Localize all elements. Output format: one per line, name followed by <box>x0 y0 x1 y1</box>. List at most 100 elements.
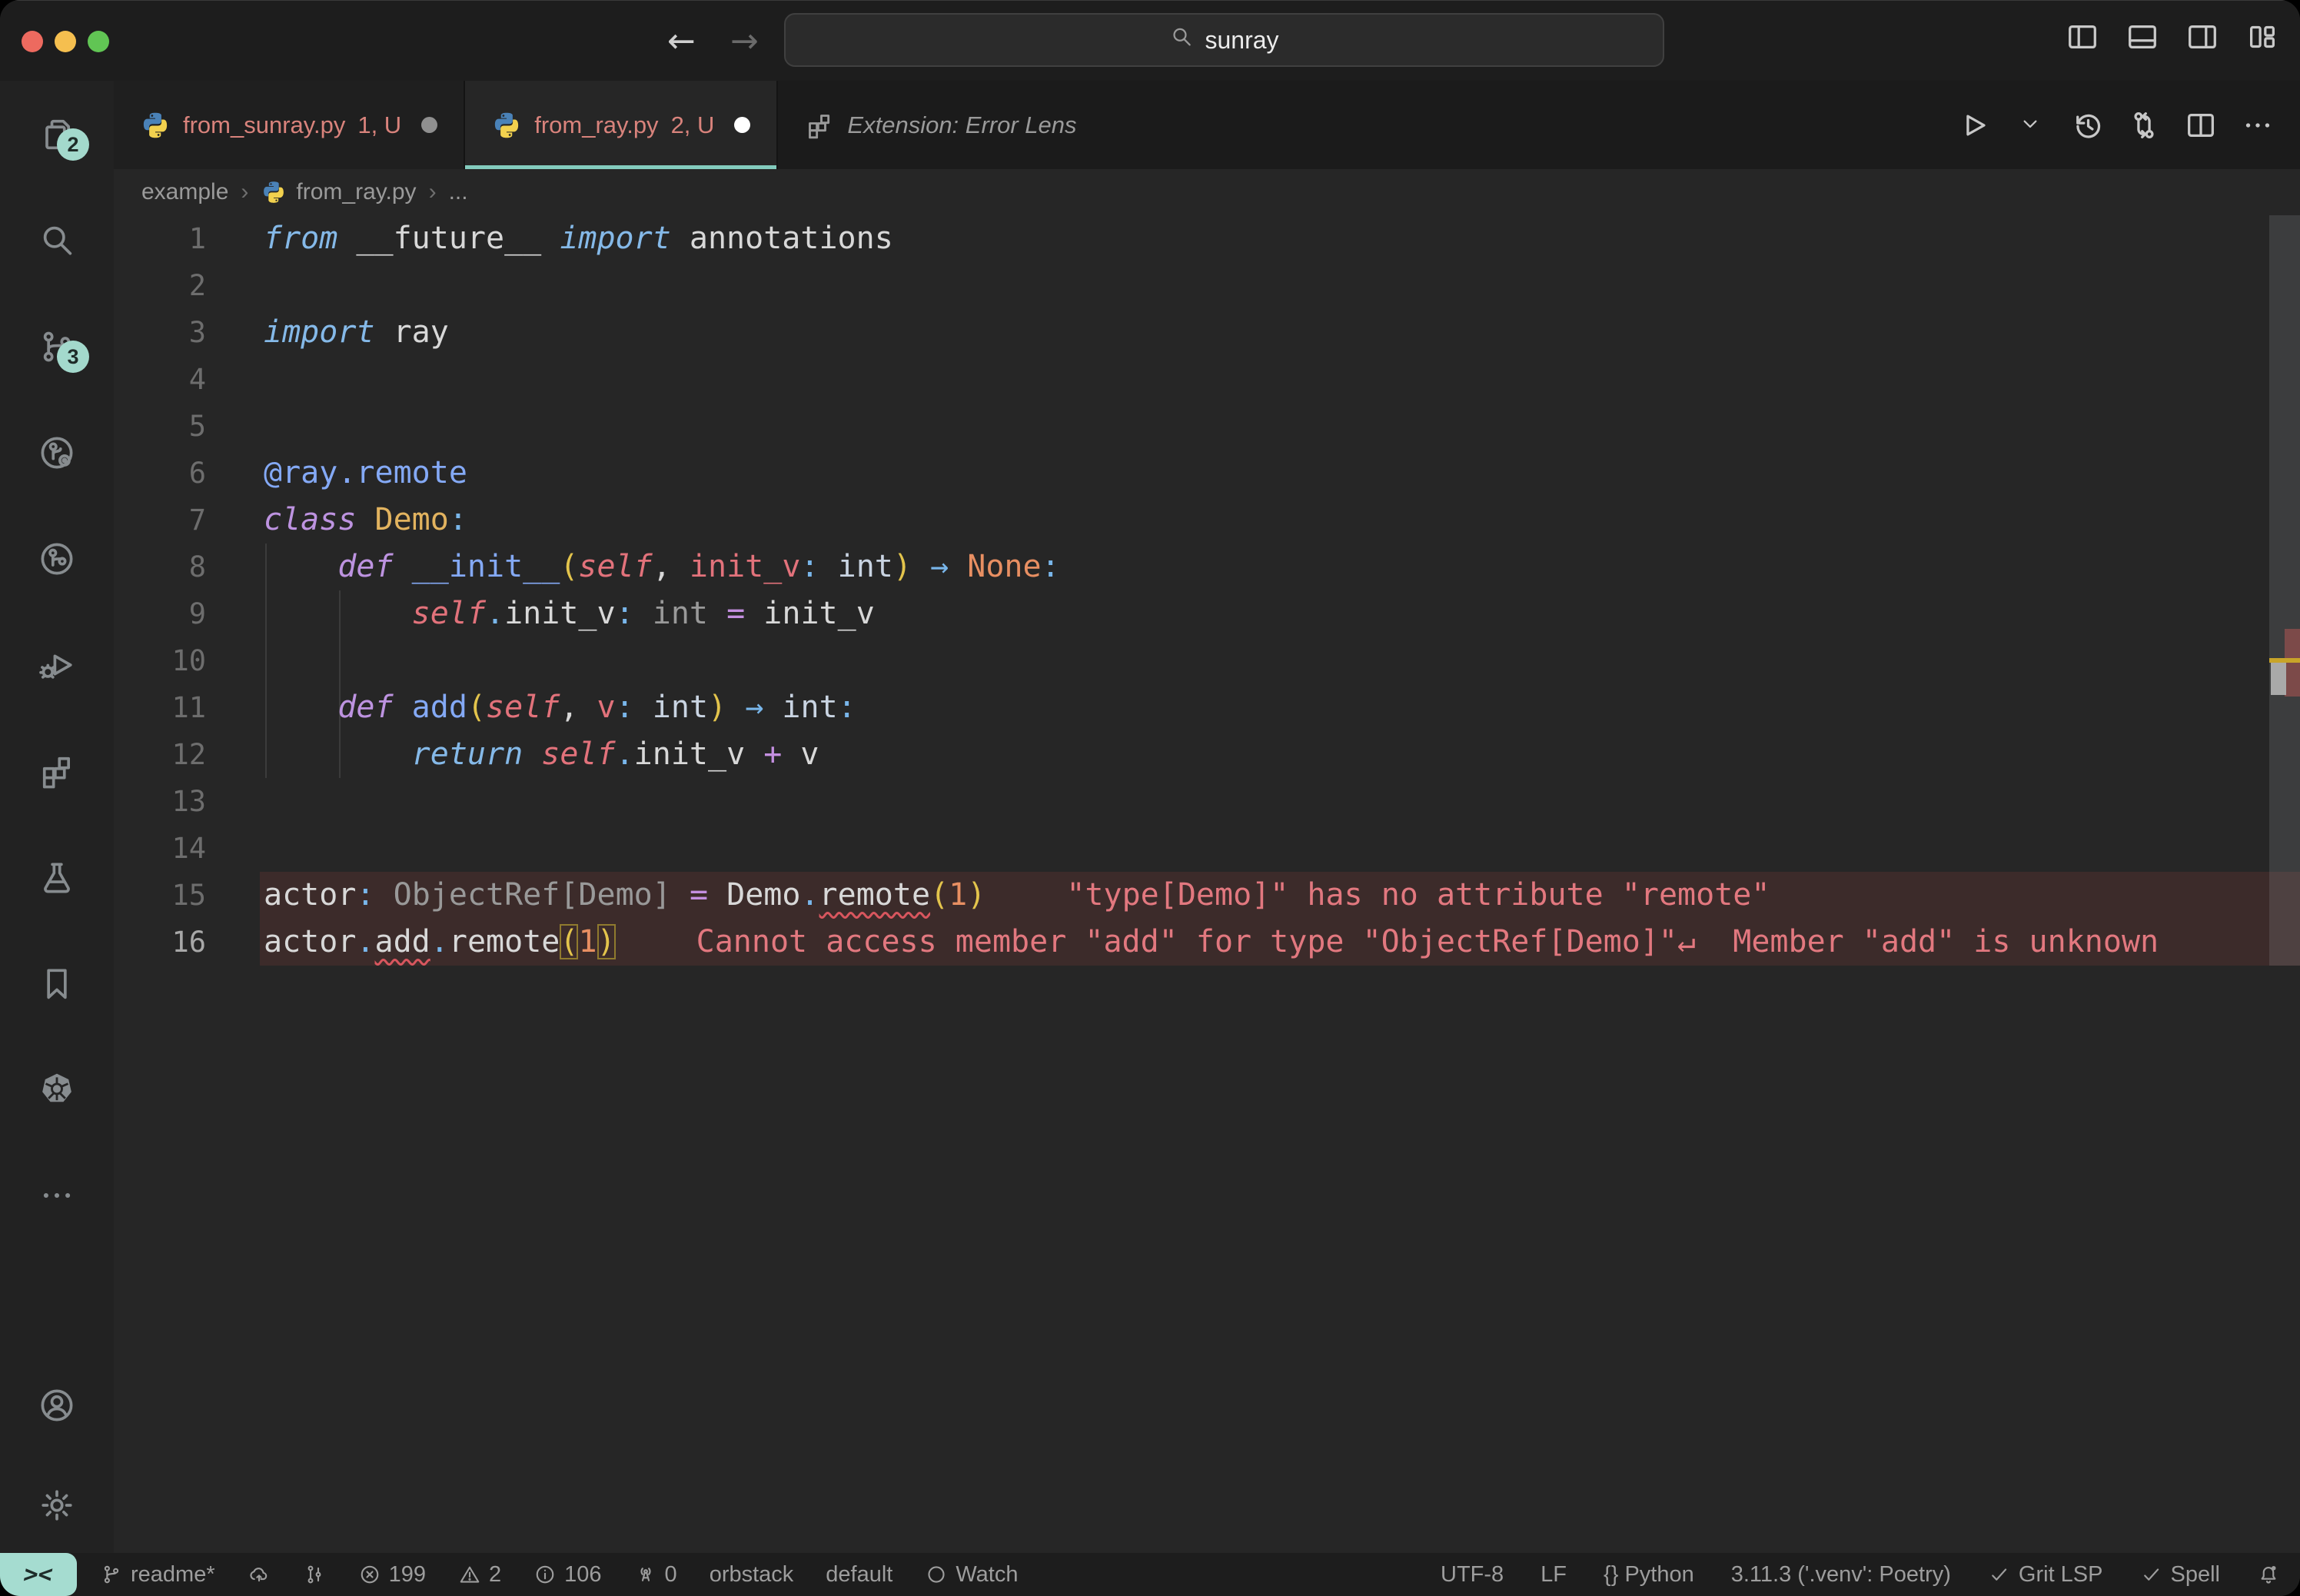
breadcrumb-item[interactable]: example <box>141 179 228 205</box>
status-label: default <box>826 1562 892 1588</box>
activity-explorer[interactable]: 2 <box>37 115 77 155</box>
status-eol[interactable]: LF <box>1541 1562 1567 1588</box>
toggle-secondary-sidebar-button[interactable] <box>2185 19 2220 55</box>
circle-branch-target-icon <box>37 433 77 473</box>
activity-bookmarks[interactable] <box>37 963 77 1003</box>
status-encoding[interactable]: UTF-8 <box>1441 1562 1504 1588</box>
status-publish[interactable] <box>248 1563 271 1586</box>
code-line-6[interactable]: 6@ray.remote <box>114 450 2300 497</box>
tab-extension-error-lens[interactable]: Extension: Error Lens <box>778 81 1102 169</box>
navigate-back-button[interactable]: ← <box>663 18 700 65</box>
close-window-button[interactable] <box>22 31 43 52</box>
status-notifications[interactable] <box>2257 1563 2280 1586</box>
status-git-branch[interactable]: readme* <box>100 1562 215 1588</box>
code-line-3[interactable]: 3import ray <box>114 309 2300 356</box>
status-label: 2 <box>489 1562 501 1588</box>
status-git-actions[interactable] <box>303 1563 326 1586</box>
line-number: 6 <box>114 450 206 497</box>
status-label: LF <box>1541 1562 1567 1588</box>
status-spell[interactable]: Spell <box>2140 1562 2221 1588</box>
activity-kubernetes[interactable] <box>37 1069 77 1109</box>
tab-modified-dot[interactable] <box>734 117 750 133</box>
code-line-13[interactable]: 13 <box>114 778 2300 825</box>
ellipsis-icon <box>37 1175 77 1215</box>
code-line-1[interactable]: 1from __future__ import annotations <box>114 215 2300 262</box>
toggle-panel-button[interactable] <box>2125 19 2160 55</box>
activity-testing[interactable] <box>37 857 77 897</box>
tab-label: from_sunray.py <box>183 111 345 139</box>
status-orbstack[interactable]: orbstack <box>710 1562 794 1588</box>
line-number: 3 <box>114 309 206 356</box>
activity-extensions[interactable] <box>37 751 77 791</box>
status-problems-errors[interactable]: 199 <box>358 1562 426 1588</box>
activity-additional-views[interactable] <box>37 1175 77 1215</box>
error-circle-icon <box>358 1563 381 1586</box>
status-watch[interactable]: Watch <box>925 1562 1018 1588</box>
status-ports[interactable]: 0 <box>634 1562 677 1588</box>
code-editor[interactable]: 1from __future__ import annotations23imp… <box>114 215 2300 1553</box>
tabs: from_sunray.py1, Ufrom_ray.py2, UExtensi… <box>114 81 1103 169</box>
code-line-content: def add(self, v: int) → int: <box>264 690 856 725</box>
code-line-4[interactable]: 4 <box>114 356 2300 403</box>
code-line-10[interactable]: 10 <box>114 637 2300 684</box>
search-icon <box>37 221 77 261</box>
scrollbar-thumb[interactable] <box>2271 663 2286 695</box>
code-line-5[interactable]: 5 <box>114 403 2300 450</box>
gear-icon <box>37 1485 77 1525</box>
code-line-15[interactable]: 15actor: ObjectRef[Demo] = Demo.remote(1… <box>114 872 2300 919</box>
python-icon <box>140 110 171 141</box>
status-language-mode[interactable]: {} Python <box>1604 1562 1694 1588</box>
activity-search[interactable] <box>37 221 77 261</box>
panel-bottom-icon <box>2125 19 2160 55</box>
warning-triangle-icon <box>458 1563 481 1586</box>
code-line-7[interactable]: 7class Demo: <box>114 497 2300 544</box>
search-icon <box>1169 25 1194 55</box>
toggle-primary-sidebar-button[interactable] <box>2065 19 2100 55</box>
line-number: 12 <box>114 731 206 778</box>
run-python-file-button[interactable] <box>1956 108 1991 143</box>
zoom-window-button[interactable] <box>88 31 109 52</box>
code-line-8[interactable]: 8 def __init__(self, init_v: int) → None… <box>114 544 2300 590</box>
minimize-window-button[interactable] <box>55 31 76 52</box>
customize-layout-button[interactable] <box>2245 19 2280 55</box>
code-line-12[interactable]: 12 return self.init_v + v <box>114 731 2300 778</box>
navigate-forward-button[interactable]: → <box>726 18 763 65</box>
status-grit-lsp[interactable]: Grit LSP <box>1988 1562 2103 1588</box>
scrollbar-track[interactable] <box>2269 215 2300 966</box>
command-center-search[interactable]: sunray <box>784 13 1664 67</box>
timeline-history-button[interactable] <box>2069 108 2105 143</box>
status-problems-warnings[interactable]: 2 <box>458 1562 501 1588</box>
tab-modified-dot[interactable] <box>421 117 437 133</box>
activity-accounts[interactable] <box>37 1385 77 1425</box>
remote-indicator[interactable]: >< <box>0 1553 77 1596</box>
status-default-context[interactable]: default <box>826 1562 892 1588</box>
run-dropdown-button[interactable] <box>2012 108 2048 143</box>
activity-gitlens-inspect[interactable] <box>37 433 77 473</box>
code-line-2[interactable]: 2 <box>114 262 2300 309</box>
circle-branch-icon <box>37 539 77 579</box>
breadcrumb-item[interactable]: ... <box>449 179 468 205</box>
code-line-content: def __init__(self, init_v: int) → None: <box>264 549 1060 584</box>
status-python-interpreter[interactable]: 3.11.3 ('.venv': Poetry) <box>1731 1562 1951 1588</box>
git-compare-icon <box>303 1563 326 1586</box>
code-line-9[interactable]: 9 self.init_v: int = init_v <box>114 590 2300 637</box>
status-problems-infos[interactable]: 106 <box>533 1562 601 1588</box>
code-line-11[interactable]: 11 def add(self, v: int) → int: <box>114 684 2300 731</box>
split-editor-button[interactable] <box>2183 108 2219 143</box>
activity-git-graph[interactable] <box>37 539 77 579</box>
line-number: 10 <box>114 637 206 684</box>
code-line-16[interactable]: 16actor.add.remote(1)Cannot access membe… <box>114 919 2300 966</box>
tab-from-ray[interactable]: from_ray.py2, U <box>465 81 778 169</box>
more-actions-button[interactable] <box>2240 108 2275 143</box>
play-bug-icon <box>37 645 77 685</box>
error-lens-message: Cannot access member "add" for type "Obj… <box>696 924 2159 959</box>
activity-run-and-debug[interactable] <box>37 645 77 685</box>
code-line-14[interactable]: 14 <box>114 825 2300 872</box>
activity-settings[interactable] <box>37 1485 77 1525</box>
status-label: 199 <box>389 1562 426 1588</box>
sync-changes-button[interactable] <box>2126 108 2162 143</box>
line-number: 1 <box>114 215 206 262</box>
tab-from-sunray[interactable]: from_sunray.py1, U <box>114 81 465 169</box>
activity-source-control[interactable]: 3 <box>37 327 77 367</box>
breadcrumb-item[interactable]: from_ray.py <box>261 179 416 205</box>
